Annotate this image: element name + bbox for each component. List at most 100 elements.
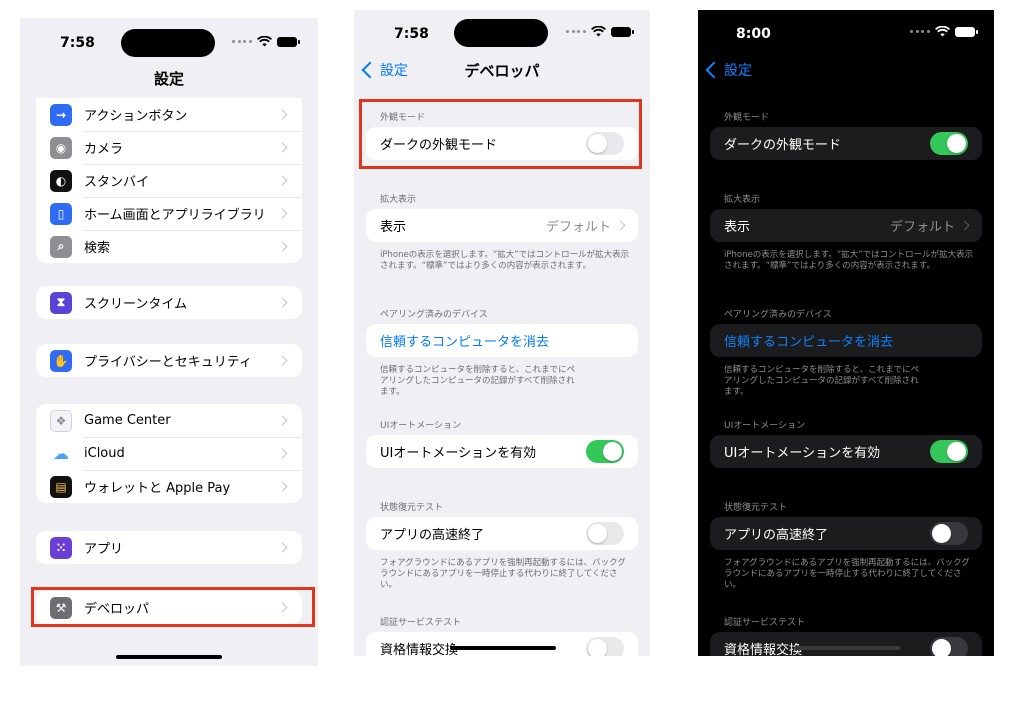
chevron-right-icon: [277, 109, 288, 120]
section-header-appearance: 外観モード: [724, 113, 770, 123]
section-header-ui-automation: UIオートメーション: [380, 421, 462, 431]
dynamic-island: [454, 19, 548, 47]
chevron-right-icon: [277, 241, 288, 252]
settings-group-top: → アクションボタン ◉ カメラ ◐ スタンバイ ▯ ホーム画面とアプリライブラ…: [36, 98, 302, 263]
settings-item-label: カメラ: [84, 142, 124, 157]
display-value: デフォルト: [545, 220, 611, 235]
dark-mode-highlight-box: [359, 99, 642, 169]
credential-exchange-toggle[interactable]: [586, 637, 624, 656]
fast-quit-toggle[interactable]: [930, 522, 968, 545]
back-button[interactable]: 設定: [704, 60, 752, 80]
settings-item-action-button[interactable]: → アクションボタン: [36, 98, 302, 131]
chevron-right-icon: [277, 415, 288, 426]
settings-item-label: ウォレットと Apple Pay: [84, 481, 231, 496]
clear-trusted-row[interactable]: 信頼するコンピュータを消去: [710, 324, 982, 357]
standby-icon: ◐: [50, 169, 72, 192]
settings-item-wallet[interactable]: ▤ ウォレットと Apple Pay: [36, 470, 302, 503]
fast-quit-toggle[interactable]: [586, 522, 624, 545]
settings-item-privacy[interactable]: ✋ プライバシーとセキュリティ: [36, 344, 302, 377]
credential-exchange-row: 資格情報交換: [710, 632, 982, 656]
credential-exchange-toggle[interactable]: [930, 637, 968, 656]
ui-automation-toggle[interactable]: [930, 440, 968, 463]
chevron-right-icon: [615, 220, 626, 231]
section-header-paired: ペアリング済みのデバイス: [724, 310, 832, 320]
ui-automation-toggle[interactable]: [586, 440, 624, 463]
chevron-right-icon: [277, 142, 288, 153]
status-indicators: [566, 26, 634, 37]
status-indicators: [232, 36, 300, 47]
clear-trusted-link: 信頼するコンピュータを消去: [380, 335, 550, 350]
icloud-icon: ☁: [50, 442, 72, 465]
settings-group-screen-time: ⧗ スクリーンタイム: [36, 286, 302, 319]
settings-item-label: アクションボタン: [84, 109, 188, 124]
chevron-right-icon: [277, 481, 288, 492]
fast-quit-label: アプリの高速終了: [380, 528, 485, 543]
developer-highlight-box: [31, 587, 315, 627]
settings-item-home-screen[interactable]: ▯ ホーム画面とアプリライブラリ: [36, 197, 302, 230]
fast-quit-row: アプリの高速終了: [366, 517, 638, 550]
dark-mode-label: ダークの外観モード: [724, 138, 842, 153]
settings-item-label: iCloud: [84, 446, 125, 461]
settings-item-game-center[interactable]: ❖ Game Center: [36, 404, 302, 437]
battery-icon: [277, 36, 300, 47]
section-header-ui-automation: UIオートメーション: [724, 421, 806, 431]
dynamic-island: [798, 19, 892, 47]
dynamic-island: [121, 29, 215, 57]
fast-quit-label: アプリの高速終了: [724, 528, 829, 543]
signal-dots-icon: [910, 30, 930, 34]
battery-icon: [611, 26, 634, 37]
home-screen-icon: ▯: [50, 202, 72, 225]
ui-automation-row: UIオートメーションを有効: [366, 435, 638, 468]
chevron-right-icon: [277, 542, 288, 553]
display-zoom-row[interactable]: 表示 デフォルト: [366, 209, 638, 242]
page-title: デベロッパ: [464, 62, 540, 80]
section-header-state-restore: 状態復元テスト: [380, 503, 444, 513]
apps-grid-icon: ⁙: [50, 536, 72, 559]
home-indicator: [794, 646, 900, 650]
settings-item-search[interactable]: ⌕ 検索: [36, 230, 302, 263]
dark-mode-row: ダークの外観モード: [710, 127, 982, 160]
settings-group-privacy: ✋ プライバシーとセキュリティ: [36, 344, 302, 377]
display-label: 表示: [380, 220, 407, 235]
hourglass-icon: ⧗: [50, 291, 72, 314]
chevron-left-icon: [705, 61, 723, 79]
settings-item-icloud[interactable]: ☁ iCloud: [36, 437, 302, 470]
section-header-zoom: 拡大表示: [380, 195, 417, 205]
display-footnote: iPhoneの表示を選択します。“拡大”ではコントロールが拡大表示されます。“標…: [724, 250, 974, 271]
home-indicator: [450, 646, 556, 650]
status-time: 8:00: [736, 26, 771, 42]
settings-group-apps: ⁙ アプリ: [36, 531, 302, 564]
wallet-icon: ▤: [50, 475, 72, 498]
settings-item-label: Game Center: [84, 413, 171, 428]
ui-automation-label: UIオートメーションを有効: [380, 446, 537, 461]
section-header-paired: ペアリング済みのデバイス: [380, 310, 488, 320]
developer-screen-dark: 8:00 設定 外観モード ダークの外観モード 拡大表示 表示 デフォルト iP…: [698, 10, 994, 656]
ui-automation-label: UIオートメーションを有効: [724, 446, 881, 461]
hand-icon: ✋: [50, 349, 72, 372]
status-indicators: [910, 26, 978, 37]
settings-item-camera[interactable]: ◉ カメラ: [36, 131, 302, 164]
credential-exchange-row: 資格情報交換: [366, 632, 638, 656]
settings-item-label: アプリ: [84, 542, 124, 557]
home-indicator: [116, 655, 222, 659]
game-center-icon: ❖: [50, 409, 72, 432]
settings-item-label: 検索: [84, 241, 111, 256]
settings-item-screen-time[interactable]: ⧗ スクリーンタイム: [36, 286, 302, 319]
page-title: 設定: [153, 70, 184, 88]
chevron-right-icon: [277, 297, 288, 308]
clear-trusted-link: 信頼するコンピュータを消去: [724, 335, 894, 350]
fast-quit-footnote: フォアグラウンドにあるアプリを強制再起動するには、バックグラウンドにあるアプリを…: [380, 558, 626, 590]
section-header-auth: 認証サービステスト: [380, 618, 462, 628]
chevron-right-icon: [959, 220, 970, 231]
settings-item-apps[interactable]: ⁙ アプリ: [36, 531, 302, 564]
signal-dots-icon: [232, 40, 252, 44]
settings-item-label: ホーム画面とアプリライブラリ: [84, 208, 266, 223]
back-button-label: 設定: [724, 63, 752, 79]
settings-item-standby[interactable]: ◐ スタンバイ: [36, 164, 302, 197]
display-zoom-row[interactable]: 表示 デフォルト: [710, 209, 982, 242]
section-header-state-restore: 状態復元テスト: [724, 503, 788, 513]
wifi-icon: [257, 36, 272, 47]
clear-trusted-row[interactable]: 信頼するコンピュータを消去: [366, 324, 638, 357]
dark-mode-toggle[interactable]: [930, 132, 968, 155]
camera-icon: ◉: [50, 136, 72, 159]
